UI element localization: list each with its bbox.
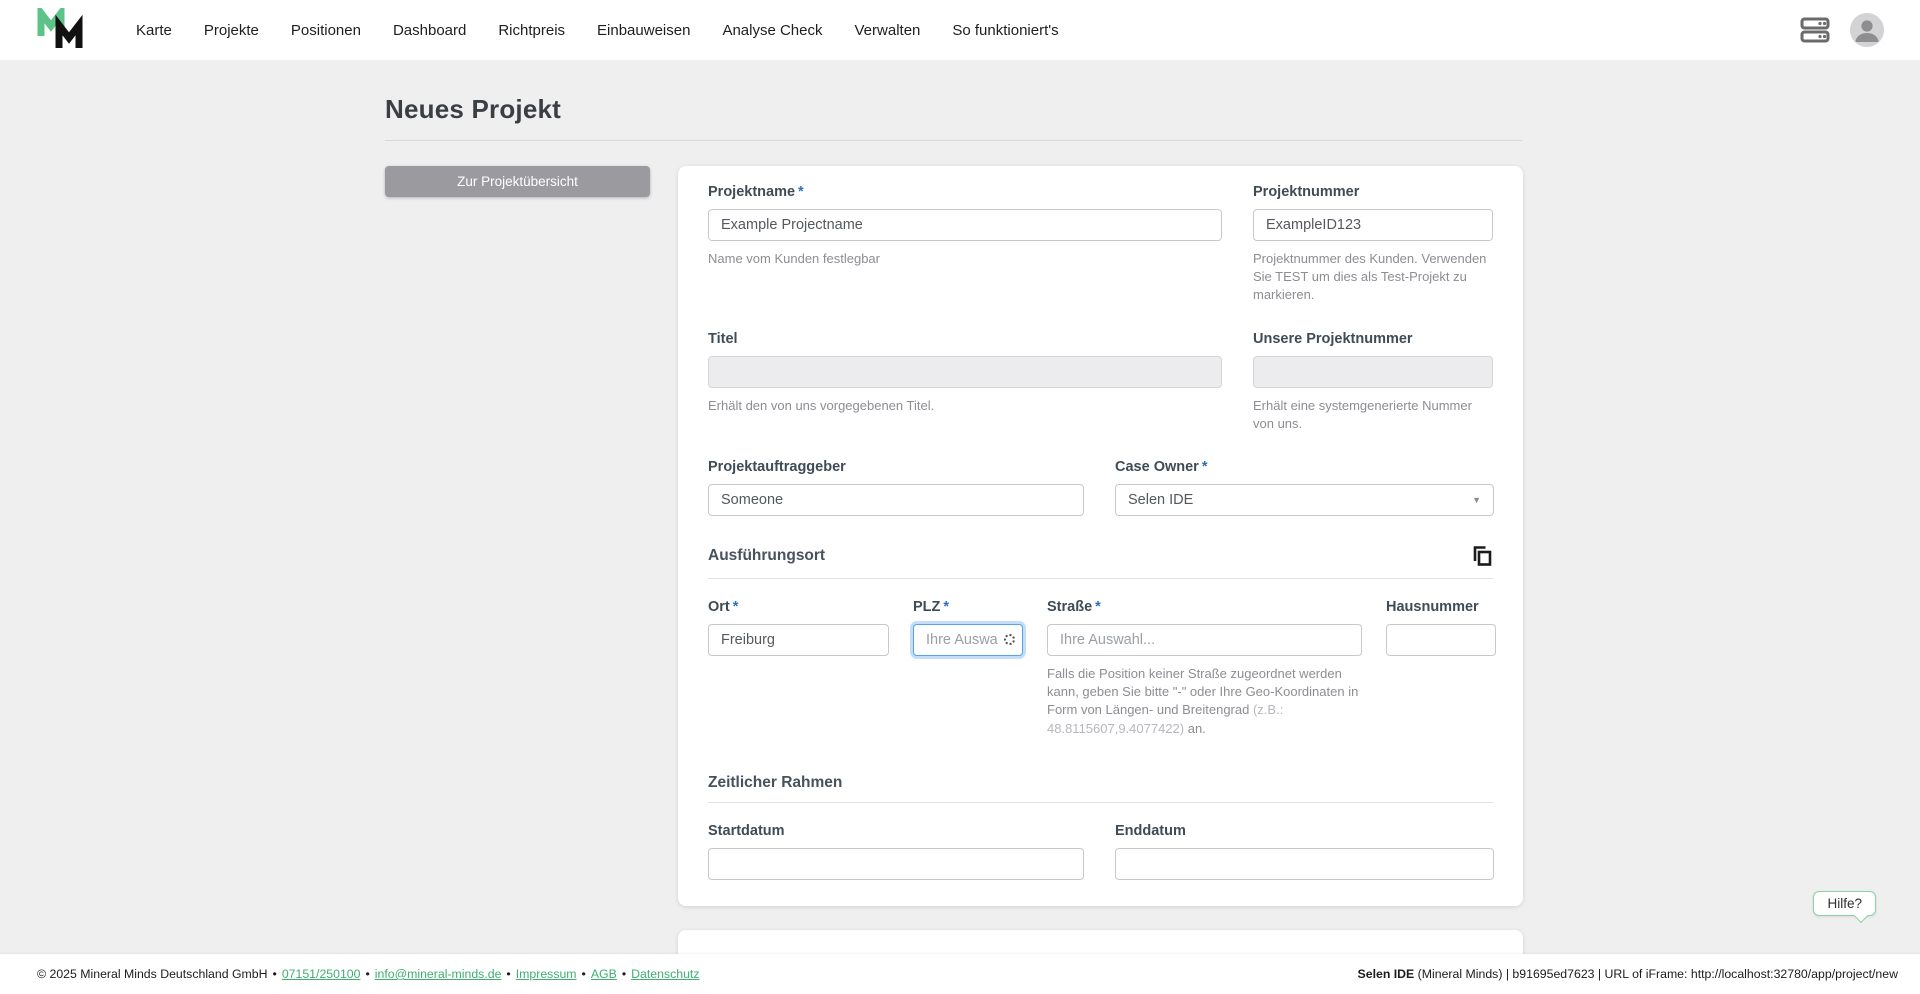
top-navbar: Karte Projekte Positionen Dashboard Rich…	[0, 0, 1920, 60]
strasse-label: Straße *	[1047, 598, 1101, 615]
main-area: Neues Projekt Zur Projektübersicht Proje…	[0, 60, 1920, 994]
startdatum-input[interactable]	[708, 847, 1084, 880]
projektauftraggeber-input[interactable]	[708, 483, 1084, 516]
enddatum-input[interactable]	[1115, 847, 1494, 880]
required-asterisk: *	[1095, 598, 1101, 615]
strasse-input[interactable]	[1047, 623, 1362, 656]
navbar-right	[1800, 13, 1884, 47]
copy-address-icon[interactable]	[1471, 544, 1493, 568]
unsere-projektnummer-hint: Erhält eine systemgenerierte Nummer von …	[1253, 397, 1472, 431]
required-asterisk: *	[732, 598, 739, 615]
copyright-text: © 2025 Mineral Minds Deutschland GmbH	[37, 967, 268, 981]
title-divider	[385, 140, 1522, 141]
projektauftraggeber-label: Projektauftraggeber	[708, 458, 846, 475]
nav-item-karte[interactable]: Karte	[136, 22, 172, 39]
nav-item-analyse-check[interactable]: Analyse Check	[722, 22, 822, 39]
zur-projektuebersicht-button[interactable]: Zur Projektübersicht	[385, 166, 650, 197]
strasse-field-group: Straße* Falls die Position keiner Straße…	[1047, 599, 1362, 738]
footer-datenschutz-link[interactable]: Datenschutz	[631, 967, 699, 981]
projektnummer-input[interactable]	[1253, 209, 1493, 241]
enddatum-label: Enddatum	[1115, 822, 1186, 839]
hilfe-button[interactable]: Hilfe?	[1813, 891, 1876, 924]
titel-label: Titel	[708, 330, 738, 347]
projektnummer-field-group: Projektnummer Projektnummer des Kunden. …	[1253, 184, 1493, 305]
ausfuehrungsort-heading: Ausführungsort	[708, 546, 826, 564]
form-column: Projektname* Name vom Kunden festlegbar …	[678, 166, 1523, 994]
zeitlicher-rahmen-divider	[708, 801, 1493, 803]
required-asterisk: *	[798, 184, 804, 200]
case-owner-label: Case Owner *	[1115, 458, 1208, 475]
projektname-label: Projektname *	[708, 184, 804, 200]
loading-spinner-icon	[1004, 633, 1015, 645]
hausnummer-label: Hausnummer	[1386, 598, 1479, 615]
case-owner-selected-value: Selen IDE	[1128, 491, 1194, 508]
page-title: Neues Projekt	[385, 94, 562, 124]
footer: © 2025 Mineral Minds Deutschland GmbH • 07…	[0, 954, 1920, 994]
required-asterisk: *	[943, 598, 950, 615]
footer-session-info: Selen IDE (Mineral Minds) | b91695ed7623…	[1358, 967, 1898, 981]
nav-item-positionen[interactable]: Positionen	[291, 22, 361, 39]
footer-email-link[interactable]: info@mineral-minds.de	[375, 967, 502, 981]
case-owner-field-group: Case Owner * Selen IDE ▼	[1115, 459, 1494, 516]
enddatum-field-group: Enddatum	[1115, 823, 1494, 880]
required-asterisk: *	[1201, 458, 1208, 475]
unsere-projektnummer-input	[1253, 355, 1493, 388]
nav-item-so-funktionierts[interactable]: So funktioniert's	[952, 22, 1058, 39]
unsere-projektnummer-field-group: Unsere Projektnummer Erhält eine systemg…	[1253, 331, 1493, 433]
unsere-projektnummer-label: Unsere Projektnummer	[1253, 330, 1413, 347]
nav-item-verwalten[interactable]: Verwalten	[855, 22, 921, 39]
projektname-field-group: Projektname* Name vom Kunden festlegbar	[708, 184, 1222, 305]
hilfe-label: Hilfe?	[1827, 896, 1862, 911]
ort-label: Ort *	[708, 598, 739, 615]
footer-left: © 2025 Mineral Minds Deutschland GmbH • 07…	[37, 967, 700, 981]
titel-field-group: Titel Erhält den von uns vorgegebenen Ti…	[708, 331, 1222, 433]
main-nav: Karte Projekte Positionen Dashboard Rich…	[136, 22, 1059, 39]
projektname-input[interactable]	[708, 209, 1222, 241]
projektauftraggeber-field-group: Projektauftraggeber	[708, 459, 1084, 516]
strasse-hint: Falls die Position keiner Straße zugeord…	[1047, 665, 1359, 736]
user-avatar-icon[interactable]	[1850, 13, 1884, 47]
case-owner-select[interactable]: Selen IDE ▼	[1115, 483, 1494, 516]
session-details: (Mineral Minds) | b91695ed7623 | URL of …	[1414, 967, 1898, 981]
nav-item-einbauweisen[interactable]: Einbauweisen	[597, 22, 690, 39]
plz-field-group: PLZ *	[913, 599, 1023, 738]
nav-item-dashboard[interactable]: Dashboard	[393, 22, 466, 39]
project-form-card: Projektname* Name vom Kunden festlegbar …	[678, 166, 1523, 906]
footer-agb-link[interactable]: AGB	[591, 967, 617, 981]
hausnummer-field-group: Hausnummer	[1386, 599, 1496, 738]
startdatum-field-group: Startdatum	[708, 823, 1084, 880]
ort-input[interactable]	[708, 623, 889, 656]
startdatum-label: Startdatum	[708, 822, 785, 839]
mineral-minds-logo[interactable]	[36, 8, 84, 52]
projektnummer-label: Projektnummer	[1253, 184, 1360, 200]
nav-item-projekte[interactable]: Projekte	[204, 22, 259, 39]
chevron-down-icon: ▼	[1472, 494, 1481, 505]
titel-hint: Erhält den von uns vorgegebenen Titel.	[708, 397, 935, 413]
ausfuehrungsort-divider	[708, 577, 1493, 579]
logo-icon	[37, 8, 83, 48]
ort-field-group: Ort *	[708, 599, 889, 738]
left-column: Zur Projektübersicht	[385, 166, 650, 197]
nav-item-richtpreis[interactable]: Richtpreis	[498, 22, 565, 39]
session-owner: Selen IDE	[1357, 967, 1415, 981]
plz-label: PLZ *	[913, 598, 950, 615]
footer-phone-link[interactable]: 07151/250100	[282, 967, 361, 981]
titel-input	[708, 355, 1222, 388]
projektnummer-hint: Projektnummer des Kunden. Verwenden Sie …	[1253, 251, 1487, 303]
footer-impressum-link[interactable]: Impressum	[516, 967, 577, 981]
hausnummer-input[interactable]	[1386, 623, 1496, 656]
projektname-hint: Name vom Kunden festlegbar	[708, 251, 880, 266]
zeitlicher-rahmen-heading: Zeitlicher Rahmen	[708, 773, 843, 791]
server-dns-icon[interactable]	[1800, 17, 1830, 43]
